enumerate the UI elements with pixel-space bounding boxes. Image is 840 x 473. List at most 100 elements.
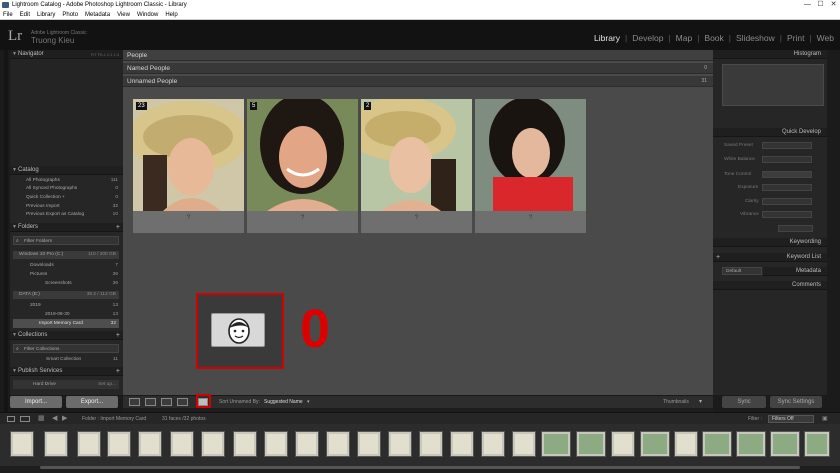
filmstrip-thumbnail[interactable] <box>450 431 474 457</box>
histogram-header[interactable]: Histogram <box>713 50 827 59</box>
filmstrip-thumbnail[interactable] <box>233 431 257 457</box>
module-slideshow[interactable]: Slideshow <box>734 33 777 43</box>
filmstrip-thumbnail[interactable] <box>264 431 288 457</box>
filmstrip-thumbnail[interactable] <box>640 431 670 457</box>
filmstrip-thumbnail[interactable] <box>736 431 766 457</box>
filter-collections-field[interactable]: ⌕ Filter Collections <box>13 344 119 353</box>
export-button[interactable]: Export... <box>66 396 118 408</box>
module-map[interactable]: Map <box>674 33 695 43</box>
lock-icon[interactable]: ▣ <box>822 415 828 422</box>
sync-button[interactable]: Sync <box>722 396 766 408</box>
filmstrip-thumbnail[interactable] <box>674 431 698 457</box>
toolbar-menu-icon[interactable]: ▾ <box>699 398 702 405</box>
catalog-item[interactable]: All Photographs 111 <box>26 178 118 184</box>
filmstrip-thumbnail[interactable] <box>481 431 505 457</box>
filmstrip-thumbnail[interactable] <box>326 431 350 457</box>
navigator-header[interactable]: ▼ Navigator FIT FILL 1:1 1:4 <box>10 50 123 59</box>
catalog-header[interactable]: ▼ Catalog <box>10 166 123 175</box>
catalog-item[interactable]: Previous Export as Catalog 10 <box>26 212 118 218</box>
auto-tone-button[interactable] <box>762 171 812 178</box>
keywording-header[interactable]: Keywording <box>713 238 827 247</box>
filmstrip-thumbnail[interactable] <box>10 431 34 457</box>
volume-e[interactable]: DATA (E:) 36.2 / 112 GB <box>13 291 119 299</box>
collections-header[interactable]: ▼ Collections + <box>10 331 123 340</box>
filmstrip-source[interactable]: Folder : Import Memory Card <box>82 416 146 422</box>
face-name-field[interactable]: ? <box>361 215 472 221</box>
module-book[interactable]: Book <box>702 33 725 43</box>
survey-view-icon[interactable] <box>177 398 188 406</box>
filter-folders-field[interactable]: ⌕ Filter Folders <box>13 236 119 245</box>
menu-view[interactable]: View <box>117 10 130 19</box>
volume-c[interactable]: Windows 10 Pro (C:) 110 / 200 GB <box>13 251 119 259</box>
face-name-field[interactable]: ? <box>247 215 358 221</box>
folder-item[interactable]: Downloads 7 <box>30 263 118 269</box>
page-2-button[interactable] <box>20 416 30 422</box>
exposure-stepper[interactable] <box>762 184 812 191</box>
menu-file[interactable]: File <box>3 10 13 19</box>
vibrance-stepper[interactable] <box>762 211 812 218</box>
face-stack-cell[interactable]: ? <box>475 99 586 233</box>
face-name-field[interactable]: ? <box>475 215 586 221</box>
menu-photo[interactable]: Photo <box>62 10 78 19</box>
grid-view-icon[interactable] <box>129 398 140 406</box>
filmstrip-thumbnail[interactable] <box>44 431 68 457</box>
face-thumbnail[interactable] <box>475 99 586 211</box>
add-folder-icon[interactable]: + <box>116 223 120 232</box>
filmstrip-thumbnail[interactable] <box>541 431 571 457</box>
metadata-header[interactable]: Metadata <box>763 267 827 276</box>
folder-item-selected[interactable]: Import Memory Card 32 <box>13 319 119 328</box>
back-arrow-icon[interactable]: ◀ <box>52 414 57 422</box>
filmstrip-thumbnail[interactable] <box>107 431 131 457</box>
grid-icon[interactable]: ▦ <box>38 414 45 422</box>
saved-preset-dropdown[interactable] <box>762 142 812 149</box>
unnamed-people-section[interactable]: Unnamed People 31 <box>123 76 713 87</box>
filmstrip-thumbnail[interactable] <box>419 431 443 457</box>
quick-develop-header[interactable]: Quick Develop <box>713 128 827 137</box>
page-1-button[interactable] <box>7 416 15 422</box>
named-people-section[interactable]: Named People 0 <box>123 63 713 74</box>
publish-services-header[interactable]: ▼ Publish Services + <box>10 367 123 376</box>
close-icon[interactable]: ✕ <box>827 0 840 10</box>
filmstrip-thumbnail[interactable] <box>512 431 536 457</box>
module-web[interactable]: Web <box>815 33 836 43</box>
catalog-item[interactable]: Previous Import 32 <box>26 204 118 210</box>
clarity-stepper[interactable] <box>762 198 812 205</box>
filmstrip-scrollbar[interactable] <box>40 466 800 469</box>
sort-dropdown[interactable]: Suggested Name <box>264 399 303 405</box>
filmstrip-thumbnail[interactable] <box>138 431 162 457</box>
collection-item[interactable]: Smart Collection 11 <box>46 357 118 363</box>
module-print[interactable]: Print <box>785 33 806 43</box>
compare-view-icon[interactable] <box>161 398 172 406</box>
add-publish-icon[interactable]: + <box>116 367 120 376</box>
filmstrip-thumbnail[interactable] <box>357 431 381 457</box>
face-stack-cell[interactable]: 23 ? <box>133 99 244 233</box>
import-button[interactable]: Import... <box>10 396 62 408</box>
loupe-view-icon[interactable] <box>145 398 156 406</box>
folder-item[interactable]: 2019 13 <box>30 303 118 309</box>
face-thumbnail[interactable] <box>133 99 244 211</box>
filmstrip-thumbnail[interactable] <box>611 431 635 457</box>
navigator-zoom[interactable]: FIT FILL 1:1 1:4 <box>91 50 119 59</box>
folder-item[interactable]: 2019-08-30 13 <box>45 312 118 318</box>
keyword-list-header[interactable]: + Keyword List <box>713 253 827 262</box>
add-collection-icon[interactable]: + <box>116 331 120 340</box>
reset-all-button[interactable] <box>778 225 813 232</box>
folder-item[interactable]: Screenshots 36 <box>45 281 118 287</box>
filmstrip-thumbnail[interactable] <box>388 431 412 457</box>
filmstrip-thumbnail[interactable] <box>201 431 225 457</box>
metadata-preset-dropdown[interactable]: Default <box>722 267 762 275</box>
add-keyword-icon[interactable]: + <box>716 253 720 262</box>
folder-item[interactable]: Pictures 36 <box>30 272 118 278</box>
face-name-field[interactable]: ? <box>133 215 244 221</box>
face-thumbnail[interactable] <box>361 99 472 211</box>
catalog-item[interactable]: Quick Collection +0 <box>26 195 118 201</box>
filmstrip-thumbnail[interactable] <box>804 431 830 457</box>
menu-window[interactable]: Window <box>137 10 158 19</box>
folders-header[interactable]: ▼ Folders + <box>10 223 123 232</box>
filter-dropdown[interactable]: Filters Off <box>768 415 814 423</box>
forward-arrow-icon[interactable]: ▶ <box>62 414 67 422</box>
face-stack-cell[interactable]: 5 ? <box>247 99 358 233</box>
publish-hard-drive[interactable]: Hard Drive Set up... <box>13 380 119 389</box>
chevron-down-icon[interactable]: ▾ <box>307 399 310 405</box>
maximize-icon[interactable]: ☐ <box>814 0 827 10</box>
